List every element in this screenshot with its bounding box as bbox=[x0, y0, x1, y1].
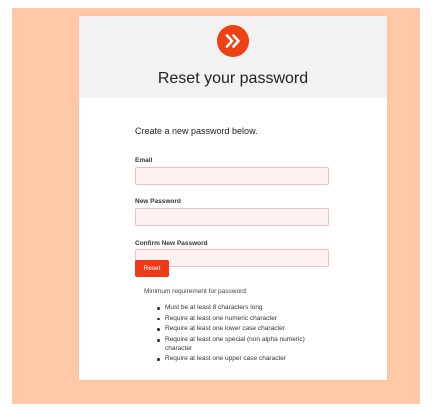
new-password-field[interactable] bbox=[135, 208, 329, 226]
list-item: Require at least one numeric character bbox=[155, 315, 325, 324]
list-item: Require at least one upper case characte… bbox=[155, 355, 325, 364]
page-title: Reset your password bbox=[157, 70, 309, 87]
requirement-text: Must be at least 8 characters long bbox=[165, 304, 263, 311]
intro-text: Create a new password below. bbox=[135, 126, 258, 136]
requirement-text: Require at least one upper case characte… bbox=[165, 355, 287, 363]
requirements-heading: Minimum requirement for password: bbox=[144, 288, 248, 295]
email-field[interactable] bbox=[135, 167, 329, 185]
list-item: Require at least one lower case characte… bbox=[155, 325, 325, 334]
bullet-icon bbox=[157, 358, 160, 361]
bullet-icon bbox=[157, 307, 160, 310]
card-header: Reset your password bbox=[79, 16, 387, 98]
bullet-icon bbox=[157, 328, 160, 331]
requirement-text: Require at least one lower case characte… bbox=[165, 325, 285, 333]
requirements-list: Must be at least 8 characters long Requi… bbox=[155, 304, 325, 366]
confirm-password-label: Confirm New Password bbox=[135, 240, 208, 247]
requirement-text: Require at least one special (non alpha … bbox=[165, 336, 305, 352]
reset-button[interactable]: Reset bbox=[135, 260, 169, 277]
list-item: Must be at least 8 characters long bbox=[155, 304, 325, 313]
logo bbox=[217, 25, 249, 57]
bullet-icon bbox=[157, 317, 160, 321]
double-chevron-right-icon bbox=[225, 34, 240, 48]
bullet-icon bbox=[157, 339, 160, 342]
email-label: Email bbox=[135, 157, 153, 164]
new-password-label: New Password bbox=[135, 198, 181, 205]
list-item: Require at least one special (non alpha … bbox=[155, 336, 325, 353]
requirement-text: Require at least one numeric character bbox=[165, 314, 278, 322]
